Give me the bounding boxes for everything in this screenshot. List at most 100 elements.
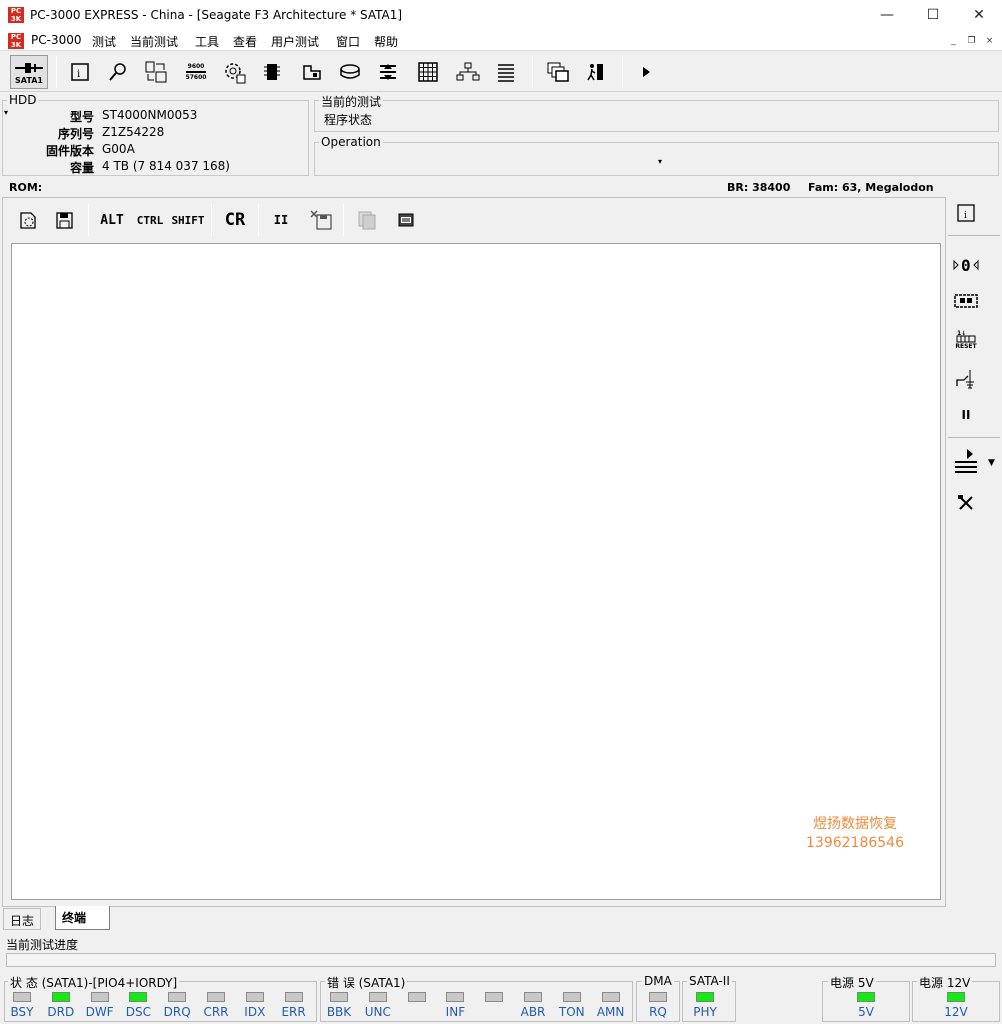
menu-tools[interactable]: 工具 [195,33,219,50]
chevron-down-icon: ▾ [657,157,662,166]
dma-group-label: DMA [642,974,674,988]
pause-button[interactable]: II [268,206,294,234]
sata2-phy-led [696,992,714,1002]
error-led-label: BBK [326,1005,352,1019]
error-led-label: UNC [364,1005,391,1019]
hdd-group-label: HDD [7,93,39,107]
sidebar-separator [948,437,1000,438]
power12-led [947,992,965,1002]
term-settings-button[interactable] [14,206,42,234]
progress-label: 当前测试进度 [6,938,79,952]
tb-exit-button[interactable] [580,56,612,88]
tab-log[interactable]: 日志 [3,908,42,930]
close-button[interactable]: ✕ [956,0,1002,30]
side-heads-dropdown[interactable]: ▼ [988,458,995,468]
cascade-windows-icon [547,62,569,82]
menu-test[interactable]: 测试 [92,33,116,50]
term-save-button[interactable] [50,206,78,234]
maximize-button[interactable]: ☐ [910,0,956,30]
tb-tree-button[interactable] [452,56,484,88]
tb-disk-button[interactable] [334,56,366,88]
app-icon[interactable]: PC 3K [8,7,24,23]
side-info-button[interactable]: i [950,198,982,228]
shift-button[interactable]: SHIFT [170,206,206,234]
menu-pc3000[interactable]: PC-3000 [31,33,81,47]
exit-door-icon [587,64,603,81]
menu-window[interactable]: 窗口 [336,33,360,50]
status-led-label: DSC [125,1005,152,1019]
tb-search-button[interactable] [102,56,134,88]
tb-settings-button[interactable] [218,56,250,88]
toolbar-separator [532,56,533,88]
family-label: Fam: 63, Megalodon [808,181,934,194]
power5-label: 5V [858,1005,874,1019]
copy-disabled-icon [358,211,376,230]
status-led-label: CRR [203,1005,229,1019]
side-tools-button[interactable] [950,488,982,518]
progress-bar [6,953,996,967]
toolbar-separator [211,204,212,236]
term-cancel-save-button[interactable] [306,206,336,234]
toolbar-separator [258,204,259,236]
watermark: 煜扬数据恢复 13962186546 [806,815,904,853]
tb-heads-button[interactable] [372,56,404,88]
tb-grid-button[interactable] [412,56,444,88]
model-value: ST4000NM0053 [102,108,198,122]
minimize-button[interactable]: — [864,0,910,30]
side-power-switch-button[interactable] [950,364,982,394]
tb-more-button[interactable] [630,56,662,88]
dma-rq-label: RQ [649,1005,667,1019]
operation-dropdown[interactable]: ▾ [316,155,666,173]
terminal-output[interactable] [11,243,941,900]
heads-stack-icon [380,64,396,80]
gear-icon [225,63,246,84]
status-led-label: IDX [244,1005,266,1019]
side-board-button[interactable] [950,286,982,316]
mdi-app-icon[interactable]: PC 3K [8,33,24,49]
side-reset-button[interactable]: 1↓ RESET [950,324,982,354]
sidebar-separator [948,235,1000,236]
mdi-restore-button[interactable]: ❐ [964,34,979,48]
ctrl-button[interactable]: CTRL [134,206,166,234]
list-lines-icon [498,64,514,82]
tb-baud-button[interactable]: 9600 57600 [180,56,212,88]
status-led [51,992,70,1002]
grid-table-icon [418,62,438,82]
menu-current-test[interactable]: 当前测试 [130,33,178,50]
svg-text:i: i [77,69,80,80]
menu-help[interactable]: 帮助 [374,33,398,50]
tab-terminal[interactable]: 终端 [55,906,110,930]
tb-chip-button[interactable] [256,56,288,88]
baud-divider [186,71,206,73]
term-print-button[interactable] [392,206,420,234]
tb-info-button[interactable]: i [64,56,96,88]
zero-fill-icon: 0 [953,256,979,275]
pcb-board-icon [303,65,321,80]
floppy-cancel-icon [310,210,332,230]
baud-bottom-label: 57600 [185,74,207,81]
error-led [330,992,348,1002]
tb-transfer-button[interactable] [140,56,172,88]
status-led-label: DRD [47,1005,75,1019]
watermark-line2: 13962186546 [806,835,904,851]
tb-list-button[interactable] [490,56,522,88]
mdi-close-button[interactable]: × [982,34,997,48]
tb-windows-button[interactable] [542,56,574,88]
menu-user-test[interactable]: 用户测试 [271,33,319,50]
mdi-minimize-button[interactable]: _ [946,34,961,48]
reset-icon: 1↓ [956,330,976,342]
side-zero-button[interactable]: 0 [950,250,982,280]
side-pause-button[interactable]: II [950,400,982,430]
current-test-group [314,100,999,132]
cr-button[interactable]: CR [220,206,250,234]
tb-board-button[interactable] [296,56,328,88]
menu-view[interactable]: 查看 [233,33,257,50]
alt-button[interactable]: ALT [98,206,126,234]
term-copy-button[interactable] [352,206,382,234]
side-heads-button[interactable] [950,446,982,476]
status-led-label: DWF [85,1005,114,1019]
heads-play-icon [955,449,977,473]
window-title: PC-3000 EXPRESS - China - [Seagate F3 Ar… [30,8,403,22]
error-group-label: 错 误 (SATA1) [325,974,408,991]
sata-port-button[interactable]: SATA1 [10,55,48,89]
